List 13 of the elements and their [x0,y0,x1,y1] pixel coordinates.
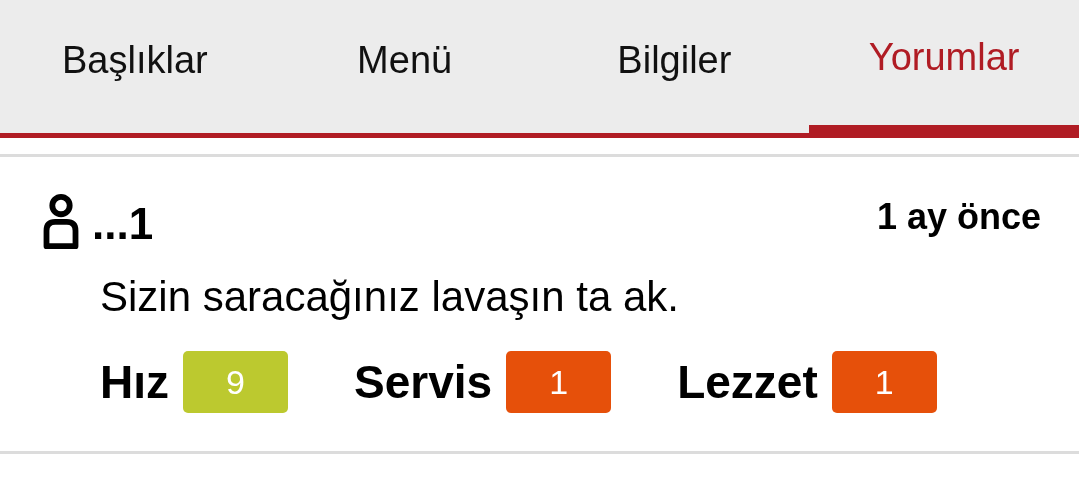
review-text: Sizin saracağınız lavaşın ta ak. [100,272,680,322]
tab[interactable]: Bilgiler [539,0,810,133]
rating-label: Servis [354,355,493,409]
rating-label: Lezzet [677,355,818,409]
tab[interactable]: Menü [269,0,540,133]
rating-label: Hız [100,355,169,409]
user-name: ...1 [92,199,154,249]
tab[interactable]: Başlıklar [0,0,270,133]
score-badge: 9 [183,351,288,413]
score-badge: 1 [831,351,937,413]
tab[interactable]: Yorumlar [809,0,1079,133]
score-badge: 1 [506,351,612,413]
review-time: 1 ay önce [876,196,1041,238]
